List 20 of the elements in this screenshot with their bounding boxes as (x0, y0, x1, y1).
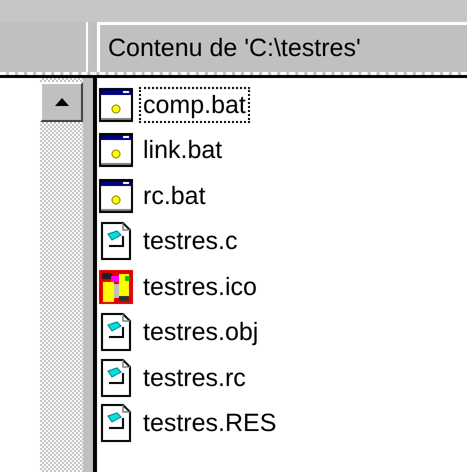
document-icon (99, 358, 133, 397)
scroll-up-button[interactable] (40, 82, 83, 122)
file-name[interactable]: comp.bat (139, 86, 250, 123)
file-name[interactable]: testres.ico (139, 268, 261, 305)
column-header[interactable]: Contenu de 'C:\testres' (97, 22, 467, 72)
batch-file-icon (99, 88, 133, 122)
colorful-icon (99, 270, 133, 304)
file-name[interactable]: rc.bat (139, 178, 210, 214)
up-arrow-icon (54, 98, 68, 106)
batch-file-icon (99, 178, 133, 213)
document-icon (99, 313, 133, 352)
file-name[interactable]: testres.rc (139, 360, 250, 396)
document-icon (99, 404, 133, 442)
document-icon (99, 222, 133, 260)
file-name[interactable]: testres.obj (139, 314, 262, 350)
file-name[interactable]: testres.RES (139, 405, 280, 442)
batch-file-icon (99, 133, 133, 168)
scrollbar-track[interactable] (40, 78, 83, 472)
file-name[interactable]: testres.c (139, 223, 242, 260)
file-name[interactable]: link.bat (139, 132, 226, 168)
